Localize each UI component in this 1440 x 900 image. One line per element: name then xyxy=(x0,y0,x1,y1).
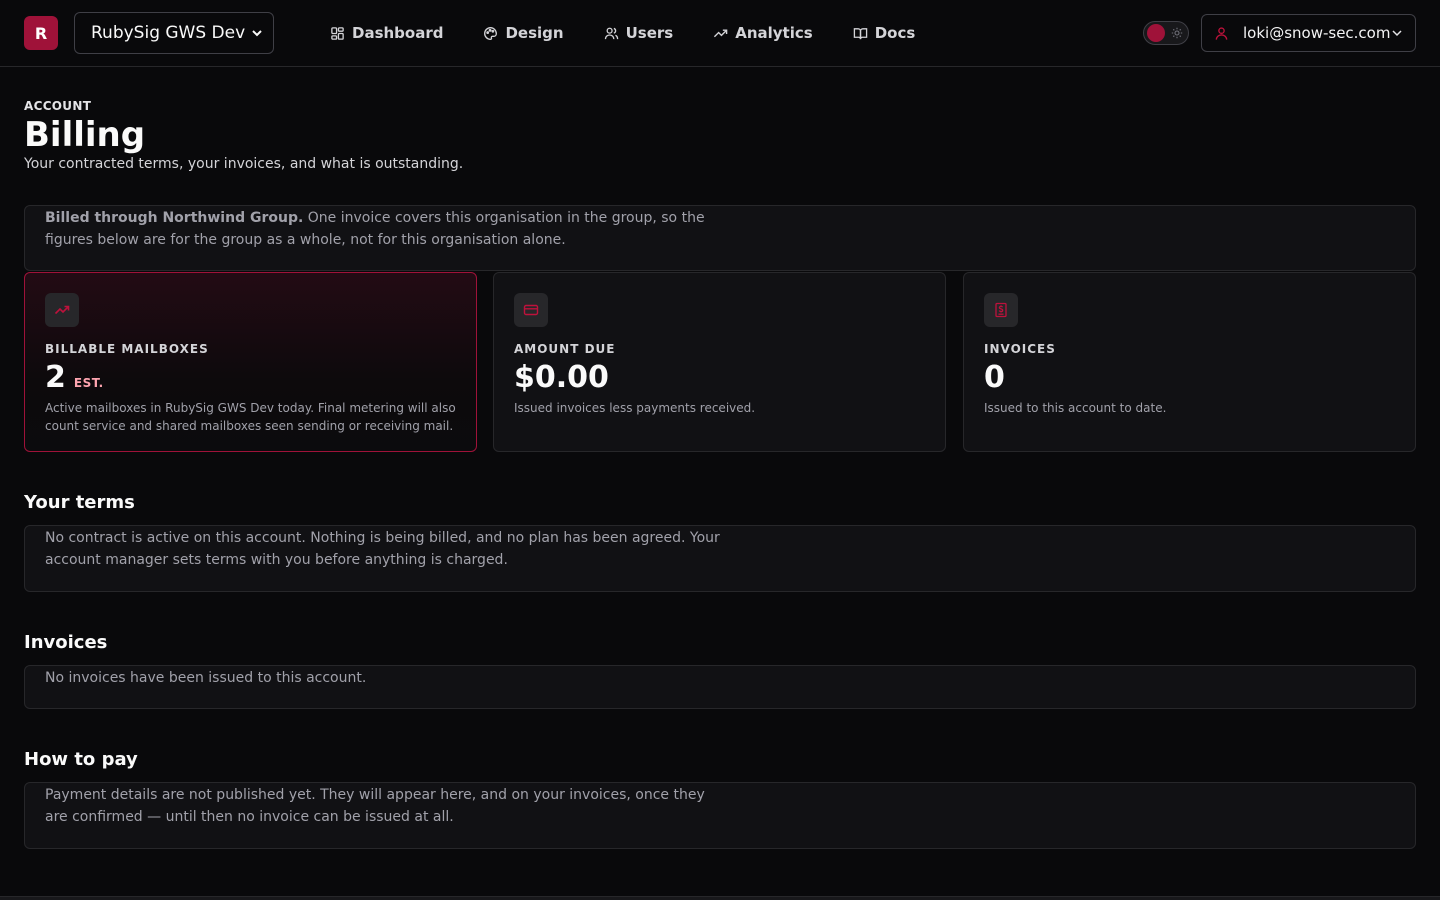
chevron-down-icon xyxy=(252,30,262,37)
invoices-panel: No invoices have been issued to this acc… xyxy=(24,665,1416,709)
notice-bold: Billed through Northwind Group. xyxy=(45,210,304,226)
trend-up-icon xyxy=(54,305,70,315)
grid-icon xyxy=(331,26,344,40)
page-subtitle: Your contracted terms, your invoices, an… xyxy=(24,156,464,172)
stat-card-invoices: INVOICES 0 Issued to this account to dat… xyxy=(963,272,1416,452)
main-nav: Dashboard Design Users Analytics Docs xyxy=(330,0,955,66)
chevron-down-icon xyxy=(1392,30,1402,37)
top-bar: R RubySig GWS Dev Dashboard Design Users… xyxy=(0,0,1440,67)
nav-item-users[interactable]: Users xyxy=(604,24,674,42)
user-icon xyxy=(1215,26,1228,40)
page-footer-divider xyxy=(0,896,1440,900)
stat-value: 0 xyxy=(984,360,1395,395)
stat-description: Issued to this account to date. xyxy=(984,401,1167,415)
stat-card-amount-due: AMOUNT DUE $0.00 Issued invoices less pa… xyxy=(493,272,946,452)
stat-icon-box xyxy=(984,293,1018,327)
stat-card-billable-mailboxes: BILLABLE MAILBOXES 2 EST. Active mailbox… xyxy=(24,272,477,452)
stat-icon-box xyxy=(514,293,548,327)
stat-label: AMOUNT DUE xyxy=(514,342,616,356)
users-icon xyxy=(604,27,618,39)
nav-item-analytics[interactable]: Analytics xyxy=(713,24,813,42)
theme-toggle[interactable] xyxy=(1143,21,1189,45)
credit-card-icon xyxy=(523,304,539,316)
stat-estimate-badge: EST. xyxy=(73,376,104,390)
nav-item-label: Dashboard xyxy=(352,24,444,42)
page-eyebrow: ACCOUNT xyxy=(24,99,92,113)
user-email: loki@snow-sec.com xyxy=(1243,24,1391,42)
nav-item-dashboard[interactable]: Dashboard xyxy=(330,24,443,42)
section-title-terms: Your terms xyxy=(24,492,135,513)
terms-text: No contract is active on this account. N… xyxy=(45,530,720,568)
app-logo-letter: R xyxy=(34,23,48,43)
organisation-select[interactable]: RubySig GWS Dev xyxy=(74,12,274,54)
stat-label: BILLABLE MAILBOXES xyxy=(45,342,209,356)
stat-description: Active mailboxes in RubySig GWS Dev toda… xyxy=(45,401,456,433)
toggle-knob xyxy=(1147,24,1165,42)
sun-icon xyxy=(1171,27,1183,39)
invoices-empty-text: No invoices have been issued to this acc… xyxy=(45,670,367,686)
receipt-icon xyxy=(995,302,1007,318)
trend-icon xyxy=(714,29,728,37)
nav-item-label: Analytics xyxy=(735,24,813,42)
section-title-how-to-pay: How to pay xyxy=(24,749,138,770)
stat-description: Issued invoices less payments received. xyxy=(514,401,756,415)
user-menu[interactable]: loki@snow-sec.com xyxy=(1201,14,1416,52)
stat-value: $0.00 xyxy=(514,360,925,395)
terms-panel: No contract is active on this account. N… xyxy=(24,525,1416,592)
nav-item-docs[interactable]: Docs xyxy=(853,24,916,42)
stat-label: INVOICES xyxy=(984,342,1056,356)
stat-number: 2 xyxy=(45,360,66,395)
book-icon xyxy=(853,27,867,39)
organisation-select-value: RubySig GWS Dev xyxy=(91,23,246,43)
group-billing-notice: Billed through Northwind Group. One invo… xyxy=(24,205,1416,271)
palette-icon xyxy=(484,26,498,40)
stat-icon-box xyxy=(45,293,79,327)
how-to-pay-panel: Payment details are not published yet. T… xyxy=(24,782,1416,849)
nav-item-label: Docs xyxy=(874,24,916,42)
stat-number: $0.00 xyxy=(514,360,609,395)
how-to-pay-text: Payment details are not published yet. T… xyxy=(45,787,705,825)
nav-item-design[interactable]: Design xyxy=(483,24,564,42)
stat-value: 2 EST. xyxy=(45,360,456,395)
nav-item-label: Design xyxy=(505,24,564,42)
app-logo[interactable]: R xyxy=(24,16,58,50)
section-title-invoices: Invoices xyxy=(24,632,108,653)
page-title: Billing xyxy=(24,115,146,155)
stat-number: 0 xyxy=(984,360,1005,395)
notice-text: Billed through Northwind Group. One invo… xyxy=(45,207,725,251)
nav-item-label: Users xyxy=(625,24,674,42)
